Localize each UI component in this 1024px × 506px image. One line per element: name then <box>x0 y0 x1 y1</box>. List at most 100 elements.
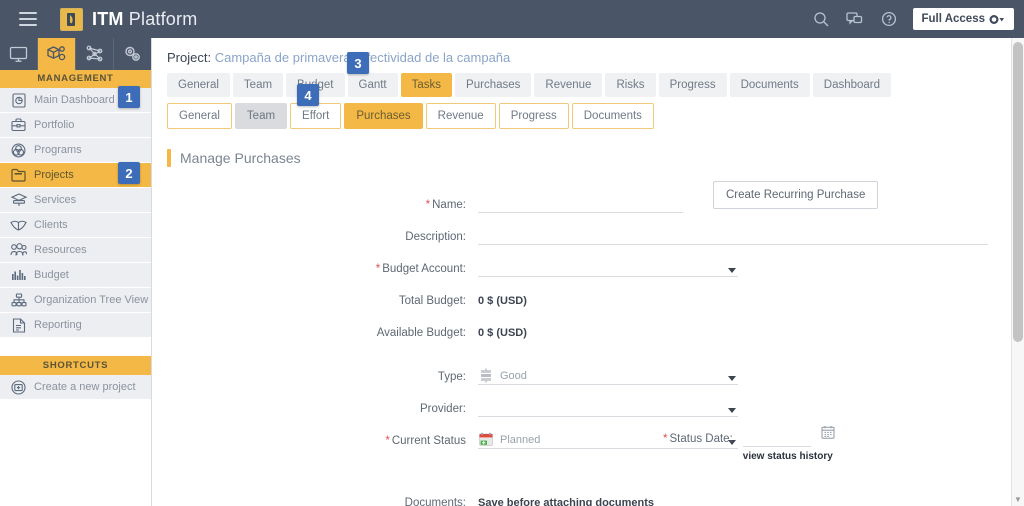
form-row-current-status: *Current Status Planned <box>153 417 1011 449</box>
subtab-progress[interactable]: Progress <box>499 103 569 129</box>
handshake-icon <box>10 217 27 234</box>
monitor-icon[interactable] <box>0 38 38 70</box>
org-tree-icon <box>10 292 27 309</box>
budget-account-select[interactable] <box>478 259 738 277</box>
cube-gear-icon[interactable] <box>38 38 76 70</box>
shortcuts-section-label: SHORTCUTS <box>0 356 151 375</box>
form-row-documents: Documents: Save before attaching documen… <box>153 479 1011 506</box>
subtab-revenue[interactable]: Revenue <box>426 103 496 129</box>
tab-team[interactable]: Team <box>233 73 283 97</box>
form-row-description: Description: <box>153 213 1011 245</box>
hamburger-menu-icon[interactable] <box>8 0 48 38</box>
sidebar-item-label: Resources <box>34 244 87 256</box>
help-icon[interactable] <box>879 9 899 29</box>
add-project-icon <box>10 379 27 396</box>
tab-tasks[interactable]: Tasks <box>401 73 452 97</box>
tab-general[interactable]: General <box>167 73 230 97</box>
tab-risks[interactable]: Risks <box>605 73 655 97</box>
subtab-general[interactable]: General <box>167 103 232 129</box>
app-logo-text: ITM Platform <box>92 9 197 30</box>
left-sidebar: MANAGEMENT Main Dashboard Portfolio <box>0 38 152 506</box>
tab-purchases[interactable]: Purchases <box>455 73 531 97</box>
sidebar-item-portfolio[interactable]: Portfolio <box>0 113 151 138</box>
calendar-icon[interactable] <box>821 425 835 444</box>
tab-progress[interactable]: Progress <box>659 73 727 97</box>
sidebar-item-programs[interactable]: Programs <box>0 138 151 163</box>
budget-account-control <box>478 259 738 277</box>
status-date-input[interactable] <box>743 431 811 447</box>
annotation-badge-3: 3 <box>347 52 369 74</box>
section-accent-bar <box>167 149 171 167</box>
breadcrumb: Project: Campaña de primavera/ Efectivid… <box>153 38 1011 65</box>
available-budget-value: 0 $ (USD) <box>478 327 527 341</box>
subtab-effort[interactable]: Effort <box>290 103 341 129</box>
header-actions: Full Access <box>811 8 1024 30</box>
manage-purchases-heading: Manage Purchases <box>167 149 1011 167</box>
sidebar-item-label: Services <box>34 194 76 206</box>
top-header-bar: ITM Platform Full Access <box>0 0 1024 38</box>
name-input[interactable] <box>478 195 683 213</box>
server-icon <box>10 192 27 209</box>
calendar-status-icon <box>478 432 494 447</box>
documents-hint: Save before attaching documents <box>478 497 654 506</box>
logo-bold: ITM <box>92 9 124 29</box>
tab-revenue[interactable]: Revenue <box>534 73 602 97</box>
sidebar-item-label: Portfolio <box>34 119 74 131</box>
view-status-history-link[interactable]: view status history <box>743 451 833 462</box>
tab-dashboard[interactable]: Dashboard <box>813 73 891 97</box>
shortcut-label: Create a new project <box>34 381 136 393</box>
sidebar-item-clients[interactable]: Clients <box>0 213 151 238</box>
sidebar-item-resources[interactable]: Resources <box>0 238 151 263</box>
network-icon[interactable] <box>76 38 114 70</box>
search-icon[interactable] <box>811 9 831 29</box>
main-content: Project: Campaña de primavera/ Efectivid… <box>153 38 1011 506</box>
available-budget-label: Available Budget: <box>153 325 478 341</box>
form-row-name: *Name: <box>153 181 1011 213</box>
secondary-tab-bar: General Team Effort Purchases Revenue Pr… <box>153 97 1011 129</box>
sidebar-item-label: Reporting <box>34 319 82 331</box>
description-input[interactable] <box>478 227 988 245</box>
tab-gantt[interactable]: Gantt <box>348 73 398 97</box>
gear-caret-icon <box>989 14 1005 25</box>
required-marker: * <box>376 263 380 275</box>
status-date-label: *Status Date: <box>663 431 743 445</box>
total-budget-control: 0 $ (USD) <box>478 295 527 309</box>
type-value: Good <box>500 370 527 382</box>
type-select[interactable]: Good <box>478 367 738 385</box>
subtab-purchases[interactable]: Purchases <box>344 103 422 129</box>
chevron-down-icon <box>728 376 736 381</box>
primary-tab-bar: General Team Budget Gantt Tasks Purchase… <box>153 65 1011 97</box>
scrollbar-thumb[interactable] <box>1013 42 1023 342</box>
description-control <box>478 227 988 245</box>
gears-icon[interactable] <box>114 38 151 70</box>
sidebar-item-services[interactable]: Services <box>0 188 151 213</box>
tab-documents[interactable]: Documents <box>730 73 810 97</box>
type-control: Good <box>478 367 738 385</box>
status-date-block: *Status Date: view status history <box>663 431 833 462</box>
subtab-team[interactable]: Team <box>235 103 287 129</box>
chat-icon[interactable] <box>845 9 865 29</box>
annotation-badge-4: 4 <box>297 84 319 106</box>
itm-logo-icon <box>60 8 83 31</box>
sidebar-item-organization-tree-view[interactable]: Organization Tree View <box>0 288 151 313</box>
status-date-field: view status history <box>743 431 833 462</box>
bar-chart-icon <box>10 267 27 284</box>
provider-select[interactable] <box>478 399 738 417</box>
dashboard-icon <box>10 92 27 109</box>
sidebar-item-budget[interactable]: Budget <box>0 263 151 288</box>
create-recurring-purchase-button[interactable]: Create Recurring Purchase <box>713 181 878 209</box>
scroll-down-arrow[interactable]: ▼ <box>1014 495 1022 504</box>
full-access-label: Full Access <box>922 13 986 25</box>
section-title-text: Manage Purchases <box>180 150 301 166</box>
sidebar-item-reporting[interactable]: Reporting <box>0 313 151 338</box>
subtab-documents[interactable]: Documents <box>572 103 654 129</box>
purchase-form: Create Recurring Purchase *Name: Descrip… <box>153 181 1011 506</box>
shortcuts-list: Create a new project <box>0 375 151 400</box>
shortcut-create-new-project[interactable]: Create a new project <box>0 375 151 400</box>
description-label: Description: <box>153 229 478 245</box>
sidebar-item-label: Clients <box>34 219 68 231</box>
documents-control: Save before attaching documents <box>478 497 654 506</box>
full-access-button[interactable]: Full Access <box>913 8 1015 30</box>
vertical-scrollbar[interactable]: ▲ ▼ <box>1011 38 1024 506</box>
total-budget-value: 0 $ (USD) <box>478 295 527 309</box>
